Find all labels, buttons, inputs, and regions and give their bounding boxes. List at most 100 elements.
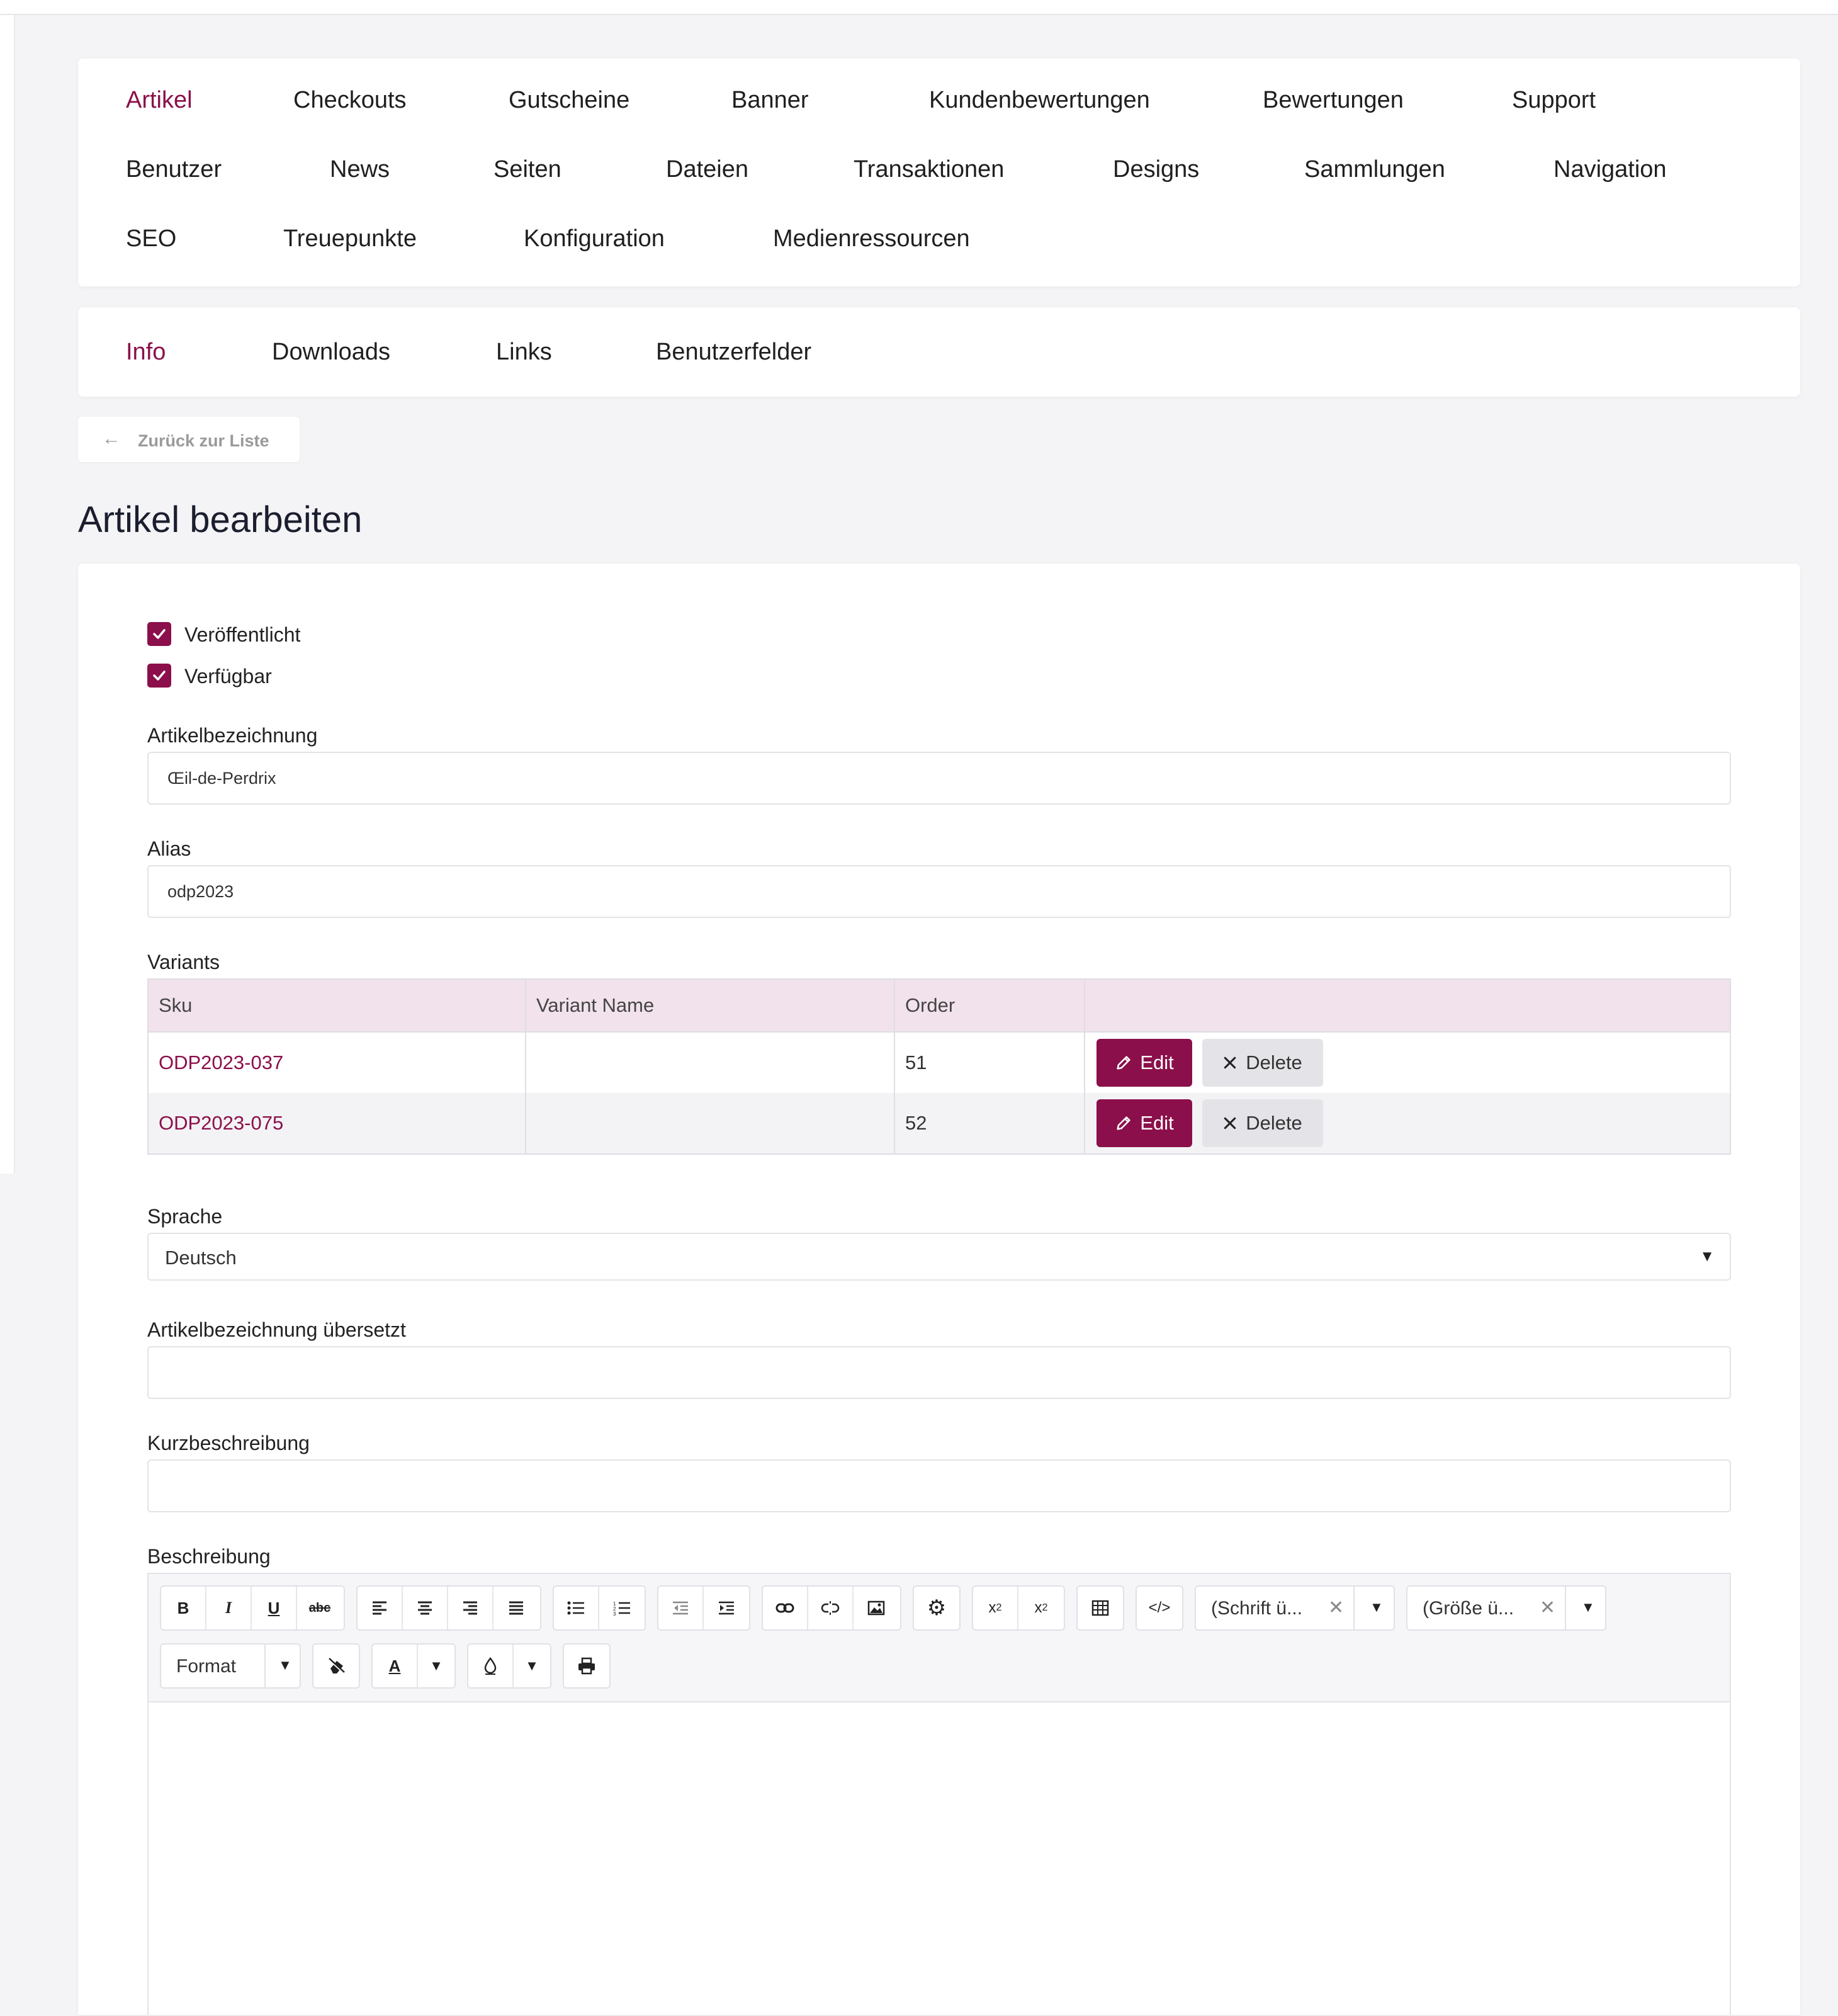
- published-checkbox[interactable]: [147, 622, 171, 646]
- tab-benutzerfelder[interactable]: Benutzerfelder: [656, 340, 811, 364]
- nav-kundenbewertungen[interactable]: Kundenbewertungen: [929, 88, 1150, 112]
- variant-sku-link[interactable]: ODP2023-037: [149, 1033, 526, 1093]
- link-icon[interactable]: [763, 1587, 808, 1629]
- font-size-select[interactable]: (Größe ü... ✕ ▼: [1406, 1585, 1606, 1631]
- variant-name: [526, 1093, 895, 1153]
- alias-input[interactable]: [147, 865, 1731, 918]
- nav-benutzer[interactable]: Benutzer: [126, 157, 222, 181]
- short-description-input[interactable]: [147, 1459, 1731, 1512]
- droplet-icon[interactable]: [468, 1645, 514, 1687]
- page-title: Artikel bearbeiten: [78, 499, 363, 540]
- nav-medienressourcen[interactable]: Medienressourcen: [773, 227, 970, 251]
- indent-icon[interactable]: [704, 1587, 749, 1629]
- nav-support[interactable]: Support: [1512, 88, 1596, 112]
- sub-navigation: Info Downloads Links Benutzerfelder: [78, 307, 1800, 397]
- edit-variant-button[interactable]: Edit: [1097, 1099, 1192, 1147]
- underline-icon[interactable]: U: [252, 1587, 297, 1629]
- nav-designs[interactable]: Designs: [1113, 157, 1199, 181]
- insert-group: [762, 1585, 901, 1631]
- top-border: [0, 0, 1838, 15]
- nav-treuepunkte[interactable]: Treuepunkte: [283, 227, 417, 251]
- check-icon: [153, 629, 166, 639]
- caret-down-icon[interactable]: ▼: [278, 1657, 292, 1673]
- font-color-icon[interactable]: A: [373, 1645, 418, 1687]
- nav-news[interactable]: News: [330, 157, 390, 181]
- edit-variant-button[interactable]: Edit: [1097, 1039, 1192, 1087]
- format-value: Format: [176, 1656, 237, 1677]
- check-icon: [153, 671, 166, 681]
- nav-sammlungen[interactable]: Sammlungen: [1304, 157, 1445, 181]
- tab-info[interactable]: Info: [126, 340, 166, 364]
- clear-icon[interactable]: ✕: [1328, 1597, 1344, 1619]
- code-view-icon[interactable]: </>: [1137, 1587, 1182, 1629]
- caret-down-icon[interactable]: ▼: [1370, 1599, 1384, 1616]
- caret-down-icon[interactable]: ▼: [1581, 1599, 1595, 1616]
- nav-gutscheine[interactable]: Gutscheine: [509, 88, 629, 112]
- unlink-icon[interactable]: [808, 1587, 854, 1629]
- delete-variant-button[interactable]: Delete: [1202, 1099, 1323, 1147]
- align-right-icon[interactable]: [448, 1587, 493, 1629]
- align-left-icon[interactable]: [358, 1587, 403, 1629]
- nav-artikel[interactable]: Artikel: [126, 88, 193, 112]
- align-justify-icon[interactable]: [493, 1587, 539, 1629]
- nav-seiten[interactable]: Seiten: [493, 157, 561, 181]
- caret-down-icon[interactable]: ▼: [514, 1645, 550, 1687]
- tab-links[interactable]: Links: [496, 340, 552, 364]
- outdent-icon[interactable]: [658, 1587, 704, 1629]
- delete-label: Delete: [1246, 1051, 1302, 1073]
- nav-checkouts[interactable]: Checkouts: [293, 88, 407, 112]
- translated-name-label: Artikelbezeichnung übersetzt: [147, 1318, 406, 1341]
- tab-downloads[interactable]: Downloads: [272, 340, 390, 364]
- back-to-list-button[interactable]: ← Zurück zur Liste: [78, 417, 300, 462]
- name-input[interactable]: [147, 752, 1731, 805]
- pencil-icon: [1117, 1116, 1130, 1130]
- strikethrough-icon[interactable]: abc: [297, 1587, 342, 1629]
- nav-dateien[interactable]: Dateien: [666, 157, 748, 181]
- font-color-group: A ▼: [371, 1643, 456, 1689]
- image-icon[interactable]: [854, 1587, 899, 1629]
- editor-toolbar: B I U abc 123 ⚙ x 2 x 2 </> (Schrift ü..…: [149, 1574, 1730, 1702]
- variant-order: 51: [895, 1033, 1085, 1093]
- caret-down-icon[interactable]: ▼: [418, 1645, 454, 1687]
- nav-navigation[interactable]: Navigation: [1553, 157, 1667, 181]
- nav-seo[interactable]: SEO: [126, 227, 176, 251]
- clear-icon[interactable]: ✕: [1540, 1597, 1555, 1619]
- format-select[interactable]: Format ▼: [160, 1643, 301, 1689]
- alias-label: Alias: [147, 837, 191, 860]
- table-icon[interactable]: [1078, 1587, 1123, 1629]
- superscript-icon[interactable]: x2: [1018, 1587, 1064, 1629]
- bullet-list-icon[interactable]: [554, 1587, 599, 1629]
- delete-variant-button[interactable]: Delete: [1202, 1039, 1323, 1087]
- gear-icon[interactable]: ⚙: [914, 1587, 959, 1629]
- list-group: 123: [553, 1585, 646, 1631]
- translated-name-input[interactable]: [147, 1346, 1731, 1399]
- table-row: ODP2023-075 52 Edit Delete: [149, 1093, 1730, 1153]
- nav-transaktionen[interactable]: Transaktionen: [854, 157, 1004, 181]
- table-header: Sku Variant Name Order: [149, 980, 1730, 1033]
- available-checkbox[interactable]: [147, 664, 171, 688]
- language-select[interactable]: Deutsch ▼: [147, 1233, 1731, 1281]
- bold-icon[interactable]: B: [161, 1587, 206, 1629]
- nav-banner[interactable]: Banner: [731, 88, 809, 112]
- header-actions: [1085, 980, 1731, 1031]
- combo-divider: [1353, 1587, 1355, 1629]
- print-icon[interactable]: [564, 1645, 609, 1687]
- caret-down-icon: ▼: [1700, 1248, 1715, 1265]
- subscript-icon[interactable]: x2: [973, 1587, 1018, 1629]
- edit-label: Edit: [1140, 1051, 1174, 1073]
- nav-bewertungen[interactable]: Bewertungen: [1263, 88, 1404, 112]
- align-center-icon[interactable]: [403, 1587, 448, 1629]
- variant-order: 52: [895, 1093, 1085, 1153]
- editor-content-area[interactable]: [149, 1702, 1730, 2016]
- short-description-label: Kurzbeschreibung: [147, 1432, 310, 1454]
- variant-sku-link[interactable]: ODP2023-075: [149, 1093, 526, 1153]
- italic-icon[interactable]: I: [206, 1587, 252, 1629]
- numbered-list-icon[interactable]: 123: [599, 1587, 645, 1629]
- close-icon: [1224, 1056, 1236, 1069]
- variant-name: [526, 1033, 895, 1093]
- rich-text-editor: B I U abc 123 ⚙ x 2 x 2 </> (Schrift ü..…: [147, 1573, 1731, 2015]
- font-family-select[interactable]: (Schrift ü... ✕ ▼: [1195, 1585, 1395, 1631]
- eraser-icon[interactable]: [313, 1645, 359, 1687]
- text-style-group: B I U abc: [160, 1585, 345, 1631]
- nav-konfiguration[interactable]: Konfiguration: [524, 227, 665, 251]
